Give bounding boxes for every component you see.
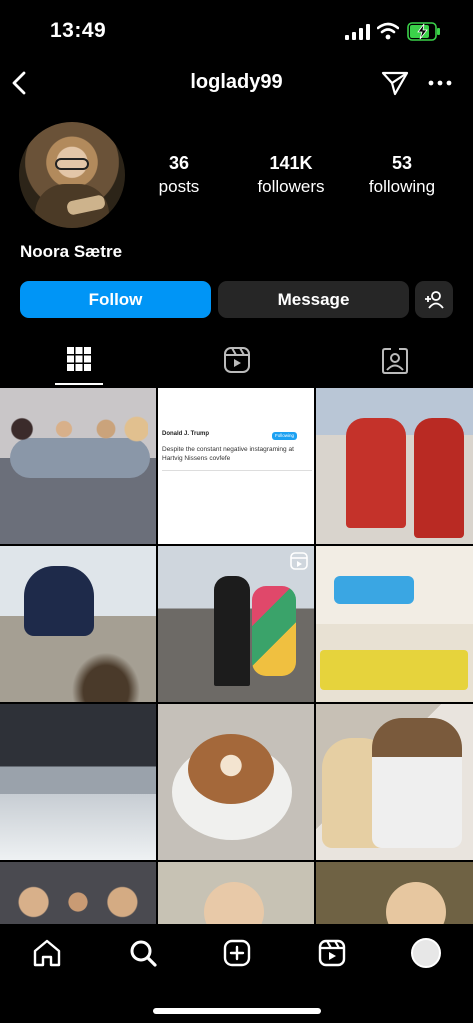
create-icon[interactable] — [222, 938, 252, 968]
home-indicator — [153, 1008, 321, 1014]
tweet-divider — [162, 469, 312, 471]
tab-tagged[interactable] — [316, 340, 473, 386]
cellular-signal-icon — [345, 24, 370, 40]
profile-tabs — [0, 340, 473, 386]
reel-badge-icon — [290, 552, 308, 570]
message-button[interactable]: Message — [218, 281, 409, 318]
post-thumbnail-tweet[interactable]: Donald J. Trump Following Despite the co… — [158, 388, 314, 544]
post-thumbnail[interactable] — [0, 862, 156, 924]
avatar-glasses — [55, 158, 89, 170]
display-name: Noora Sætre — [20, 242, 123, 261]
wifi-icon — [377, 22, 399, 40]
post-thumbnail[interactable] — [316, 546, 473, 702]
post-thumbnail[interactable] — [316, 388, 473, 544]
post-thumbnail[interactable] — [158, 704, 314, 860]
clock: 13:49 — [50, 19, 107, 42]
tagged-icon — [382, 348, 408, 374]
search-icon[interactable] — [128, 938, 158, 968]
posts-count[interactable]: 36 posts — [124, 153, 234, 197]
send-message-icon[interactable] — [380, 68, 410, 98]
post-thumbnail[interactable] — [316, 704, 473, 860]
posts-grid: Donald J. Trump Following Despite the co… — [0, 388, 473, 924]
profile-tab-avatar[interactable] — [411, 938, 441, 968]
profile-header: loglady99 — [0, 62, 473, 106]
following-count-label: following — [368, 177, 436, 196]
active-tab-indicator — [55, 383, 103, 385]
more-options-icon[interactable] — [427, 68, 453, 98]
battery-charging-icon — [407, 22, 440, 41]
status-bar: 13:49 — [0, 0, 473, 62]
suggested-users-button[interactable] — [415, 281, 453, 318]
post-thumbnail[interactable] — [158, 862, 314, 924]
followers-count[interactable]: 141K followers — [236, 153, 346, 197]
post-thumbnail[interactable] — [316, 862, 473, 924]
post-thumbnail[interactable] — [0, 388, 156, 544]
followers-count-value: 141K — [269, 153, 313, 173]
profile-avatar[interactable] — [19, 122, 125, 228]
tweet-text: Despite the constant negative instagrami… — [162, 446, 294, 462]
reels-icon[interactable] — [317, 938, 347, 968]
following-count[interactable]: 53 following — [347, 153, 457, 197]
follow-button[interactable]: Follow — [20, 281, 211, 318]
grid-icon — [67, 347, 91, 371]
post-thumbnail[interactable] — [0, 546, 156, 702]
tweet-screenshot: Donald J. Trump Following Despite the co… — [162, 430, 312, 471]
tab-posts-grid[interactable] — [0, 340, 158, 386]
post-thumbnail-reel[interactable] — [158, 546, 314, 702]
home-icon[interactable] — [32, 938, 62, 968]
posts-count-label: posts — [158, 177, 200, 196]
tweet-following-badge: Following — [272, 432, 298, 441]
post-thumbnail[interactable] — [0, 704, 156, 860]
posts-count-value: 36 — [168, 153, 190, 173]
reels-icon — [224, 347, 250, 373]
add-user-icon — [425, 290, 444, 309]
following-count-value: 53 — [391, 153, 413, 173]
followers-count-label: followers — [257, 177, 325, 196]
tab-reels[interactable] — [158, 340, 316, 386]
